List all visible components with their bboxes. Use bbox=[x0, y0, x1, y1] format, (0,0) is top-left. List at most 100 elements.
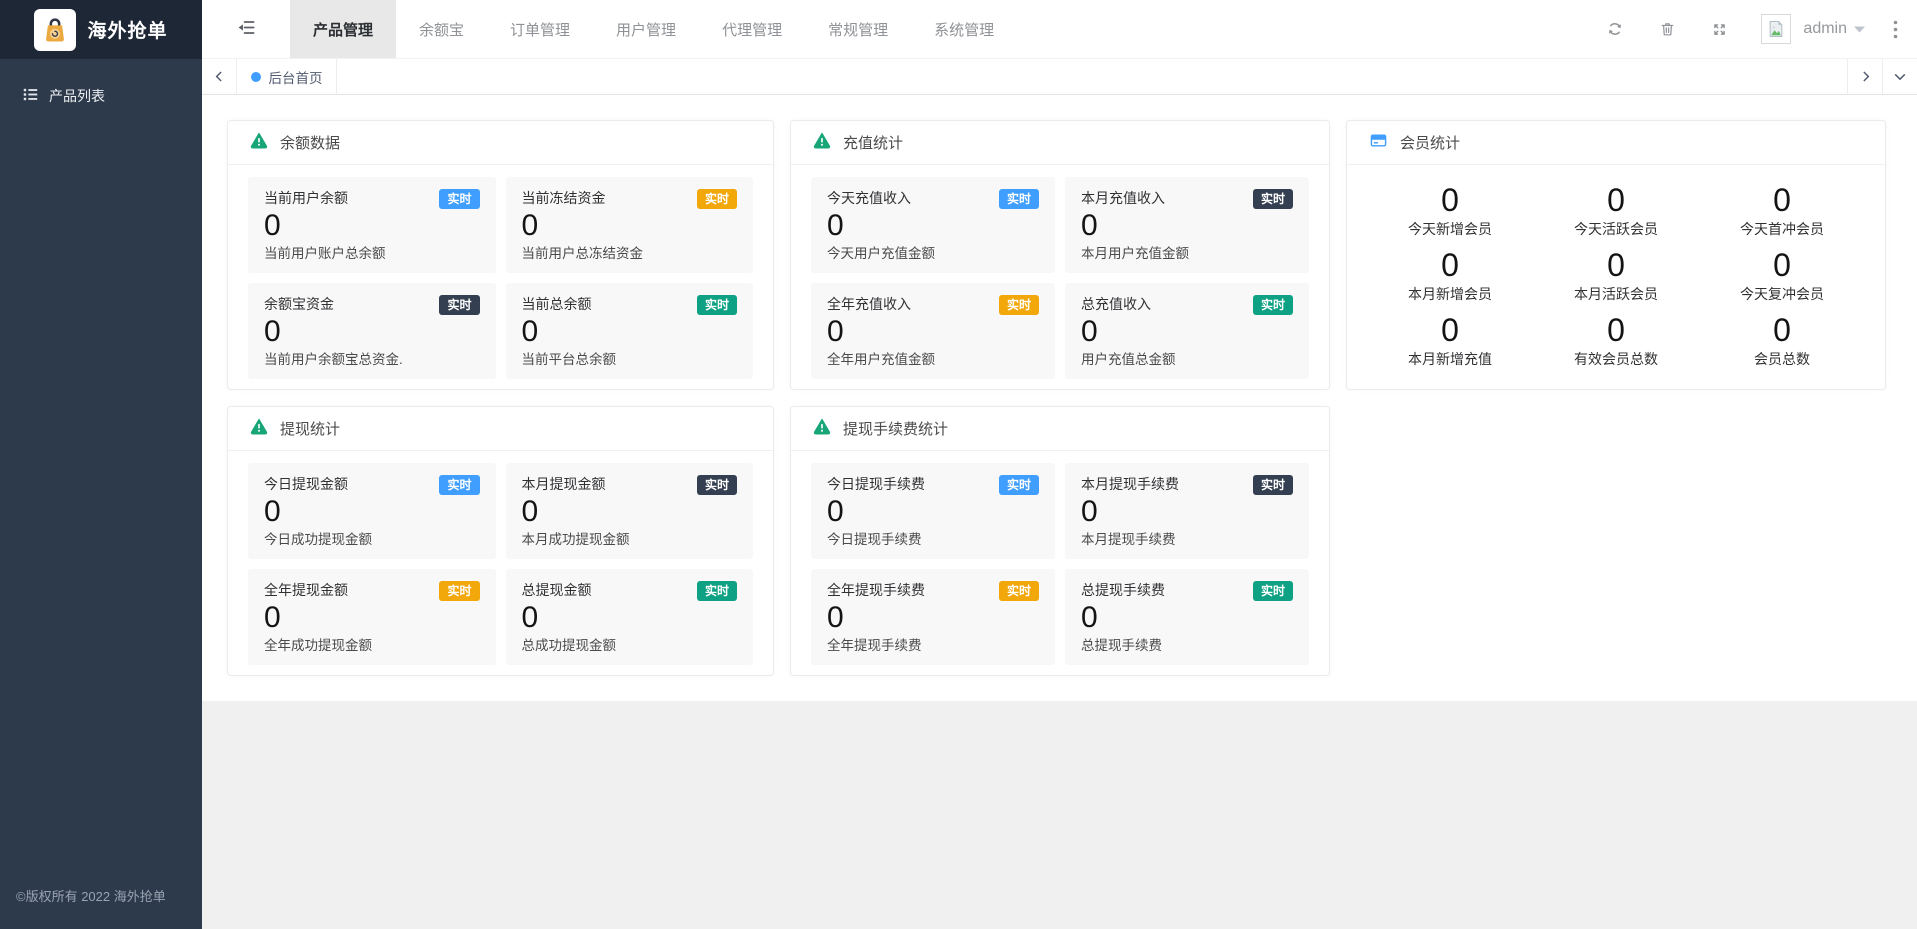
stat-description: 全年提现手续费 bbox=[827, 636, 1039, 655]
member-stat-cell: 0今天活跃会员 bbox=[1533, 183, 1699, 239]
tab-dashboard[interactable]: 后台首页 bbox=[237, 59, 337, 94]
broken-image-icon bbox=[1766, 19, 1786, 39]
stat-description: 用户充值总金额 bbox=[1081, 350, 1293, 369]
tags-view-bar: 后台首页 bbox=[202, 59, 1917, 95]
sidebar: 海外抢单 产品列表 ©版权所有 2022 海外抢单 bbox=[0, 0, 202, 929]
realtime-badge: 实时 bbox=[1253, 295, 1293, 315]
member-stat-cell: 0会员总数 bbox=[1699, 313, 1865, 369]
app-logo[interactable]: 海外抢单 bbox=[0, 0, 202, 59]
warning-triangle-icon bbox=[250, 417, 268, 440]
top-menu-tab[interactable]: 订单管理 bbox=[487, 0, 593, 58]
chevron-down-icon bbox=[1893, 70, 1907, 84]
stat-label: 本月提现手续费 bbox=[1081, 475, 1179, 494]
stat-label: 今天首冲会员 bbox=[1699, 220, 1865, 239]
stat-label: 余额宝资金 bbox=[264, 295, 334, 314]
stat-description: 本月用户充值金额 bbox=[1081, 244, 1293, 263]
top-menu-tab[interactable]: 余额宝 bbox=[396, 0, 487, 58]
realtime-badge: 实时 bbox=[999, 581, 1039, 601]
stat-value: 0 bbox=[264, 495, 480, 528]
card-title: 余额数据 bbox=[280, 132, 340, 153]
member-stat-cell: 0本月活跃会员 bbox=[1533, 248, 1699, 304]
caret-down-icon bbox=[1854, 20, 1865, 38]
member-stat-cell: 0本月新增会员 bbox=[1367, 248, 1533, 304]
warning-triangle-icon bbox=[813, 131, 831, 154]
tabs-scroll-left-button[interactable] bbox=[202, 59, 237, 94]
fold-menu-icon bbox=[237, 18, 256, 40]
stat-box: 当前用户余额实时0当前用户账户总余额 bbox=[248, 177, 496, 273]
stat-description: 今日提现手续费 bbox=[827, 530, 1039, 549]
realtime-badge: 实时 bbox=[999, 475, 1039, 495]
card-body: 0今天新增会员0今天活跃会员0今天首冲会员0本月新增会员0本月活跃会员0今天复冲… bbox=[1347, 165, 1885, 383]
stat-description: 当前用户账户总余额 bbox=[264, 244, 480, 263]
card-body: 当前用户余额实时0当前用户账户总余额当前冻结资金实时0当前用户总冻结资金余额宝资… bbox=[228, 165, 773, 390]
copyright: ©版权所有 2022 海外抢单 bbox=[0, 866, 202, 929]
top-menu-tab[interactable]: 系统管理 bbox=[911, 0, 1017, 58]
card-withdraw: 提现统计今日提现金额实时0今日成功提现金额本月提现金额实时0本月成功提现金额全年… bbox=[227, 406, 774, 676]
dashboard-panel: 余额数据当前用户余额实时0当前用户账户总余额当前冻结资金实时0当前用户总冻结资金… bbox=[202, 95, 1917, 701]
tabs-scroll-right-button[interactable] bbox=[1847, 59, 1882, 94]
stat-box: 余额宝资金实时0当前用户余额宝总资金. bbox=[248, 283, 496, 379]
stat-label: 今天充值收入 bbox=[827, 189, 911, 208]
member-stat-cell: 0今天复冲会员 bbox=[1699, 248, 1865, 304]
top-menu-tab[interactable]: 产品管理 bbox=[290, 0, 396, 58]
stat-value: 0 bbox=[1081, 495, 1293, 528]
card-fee: 提现手续费统计今日提现手续费实时0今日提现手续费本月提现手续费实时0本月提现手续… bbox=[790, 406, 1330, 676]
avatar[interactable] bbox=[1761, 14, 1791, 44]
card-header: 提现统计 bbox=[228, 407, 773, 451]
stat-box: 全年提现手续费实时0全年提现手续费 bbox=[811, 569, 1055, 665]
chevron-right-icon bbox=[1859, 70, 1872, 83]
card-title: 会员统计 bbox=[1400, 132, 1460, 153]
stat-label: 本月新增会员 bbox=[1367, 285, 1533, 304]
user-dropdown[interactable]: admin bbox=[1803, 20, 1865, 38]
card-recharge: 充值统计今天充值收入实时0今天用户充值金额本月充值收入实时0本月用户充值金额全年… bbox=[790, 120, 1330, 390]
navbar-actions: admin bbox=[1605, 0, 1917, 58]
stat-value: 0 bbox=[522, 601, 738, 634]
stat-label: 总充值收入 bbox=[1081, 295, 1151, 314]
fullscreen-button[interactable] bbox=[1709, 21, 1729, 38]
realtime-badge: 实时 bbox=[1253, 581, 1293, 601]
app-title: 海外抢单 bbox=[87, 16, 167, 43]
member-stat-cell: 0今天新增会员 bbox=[1367, 183, 1533, 239]
stat-value: 0 bbox=[1699, 183, 1865, 217]
stat-box: 今日提现手续费实时0今日提现手续费 bbox=[811, 463, 1055, 559]
fullscreen-icon bbox=[1711, 21, 1728, 38]
card-balance: 余额数据当前用户余额实时0当前用户账户总余额当前冻结资金实时0当前用户总冻结资金… bbox=[227, 120, 774, 390]
app-root: 海外抢单 产品列表 ©版权所有 2022 海外抢单 bbox=[0, 0, 1917, 929]
stat-box: 总提现金额实时0总成功提现金额 bbox=[506, 569, 754, 665]
warning-triangle-icon bbox=[250, 131, 268, 154]
sidebar-item-product-list[interactable]: 产品列表 bbox=[0, 71, 202, 121]
card-header: 会员统计 bbox=[1347, 121, 1885, 165]
card-body: 今日提现手续费实时0今日提现手续费本月提现手续费实时0本月提现手续费全年提现手续… bbox=[791, 451, 1329, 676]
stat-box: 今天充值收入实时0今天用户充值金额 bbox=[811, 177, 1055, 273]
stat-value: 0 bbox=[1533, 248, 1699, 282]
top-menu-tab[interactable]: 代理管理 bbox=[699, 0, 805, 58]
realtime-badge: 实时 bbox=[697, 189, 737, 209]
tabs-actions-dropdown-button[interactable] bbox=[1882, 59, 1917, 94]
stat-box: 总提现手续费实时0总提现手续费 bbox=[1065, 569, 1309, 665]
stat-value: 0 bbox=[522, 209, 738, 242]
member-stat-cell: 0 今天首冲会员 bbox=[1699, 183, 1865, 239]
stat-label: 本月提现金额 bbox=[522, 475, 606, 494]
realtime-badge: 实时 bbox=[439, 475, 479, 495]
clear-cache-button[interactable] bbox=[1657, 20, 1677, 38]
chevron-left-icon bbox=[213, 70, 226, 83]
sidebar-collapse-button[interactable] bbox=[202, 0, 290, 58]
stat-description: 本月提现手续费 bbox=[1081, 530, 1293, 549]
stat-label: 今天新增会员 bbox=[1367, 220, 1533, 239]
credit-card-icon bbox=[1369, 132, 1388, 154]
stat-value: 0 bbox=[1367, 313, 1533, 347]
stat-label: 今天复冲会员 bbox=[1699, 285, 1865, 304]
card-title: 提现手续费统计 bbox=[843, 418, 948, 439]
top-menu-tab[interactable]: 常规管理 bbox=[805, 0, 911, 58]
card-header: 提现手续费统计 bbox=[791, 407, 1329, 451]
stat-description: 全年成功提现金额 bbox=[264, 636, 480, 655]
member-stat-cell: 0有效会员总数 bbox=[1533, 313, 1699, 369]
refresh-button[interactable] bbox=[1605, 20, 1625, 38]
more-options-button[interactable] bbox=[1887, 20, 1903, 39]
top-menu-tab[interactable]: 用户管理 bbox=[593, 0, 699, 58]
shopping-bag-logo-icon bbox=[34, 9, 76, 51]
stat-value: 0 bbox=[264, 315, 480, 348]
stat-label: 当前用户余额 bbox=[264, 189, 348, 208]
stat-label: 全年提现手续费 bbox=[827, 581, 925, 600]
active-tab-dot bbox=[251, 72, 261, 82]
